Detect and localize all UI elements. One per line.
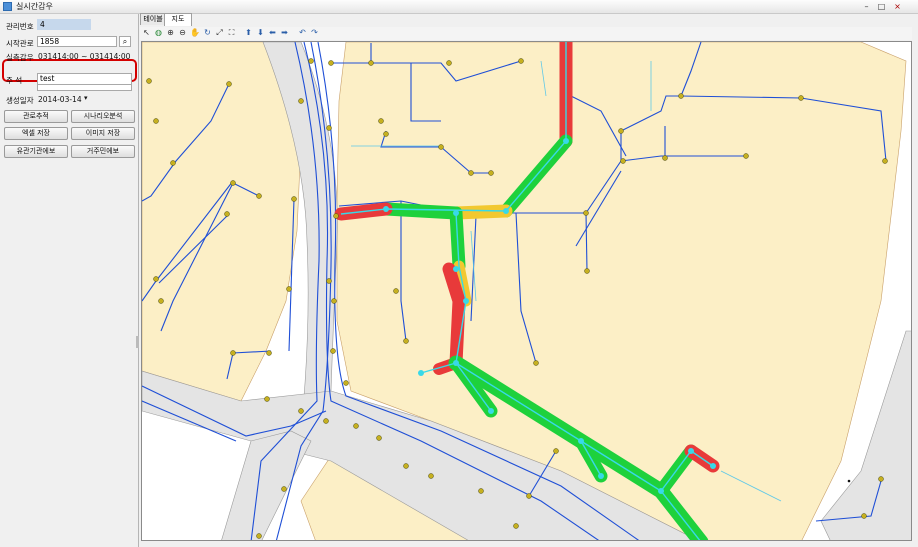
created-label: 생성일자 [6,96,34,105]
map-toolbar: ↖ ◍ ⊕ ⊖ ✋ ↻ ⤢ ⛶ ⬆ ⬇ ⬅ ➡ ↶ ↷ [140,27,912,40]
pointer-icon[interactable]: ↖ [142,28,151,38]
pan-hand-icon[interactable]: ✋ [190,28,200,38]
globe-icon[interactable]: ◍ [154,28,163,38]
minimize-icon[interactable]: – [862,2,871,11]
start-pipe-field[interactable]: 1858 [37,36,117,47]
arrow-right-icon[interactable]: ➡ [280,28,289,38]
point-marker [847,479,851,483]
excel-save-button[interactable]: 엑셀 저장 [4,127,68,140]
date-dropdown-icon[interactable]: ▾ [84,94,88,102]
redo-icon[interactable]: ↷ [310,28,319,38]
title-bar: 실시간감우 – □ × [0,0,918,14]
app-icon [3,2,12,11]
image-save-button[interactable]: 이미지 저장 [71,127,135,140]
window-title: 실시간감우 [16,2,53,11]
note-field[interactable]: test [37,73,132,85]
tab-table[interactable]: 테이블 [140,13,166,25]
map-view[interactable] [141,41,912,541]
arrow-left-icon[interactable]: ⬅ [268,28,277,38]
zoom-out-icon[interactable]: ⊖ [178,28,187,38]
agency-alert-button[interactable]: 유관기관에보 [4,145,68,158]
pipe-trace-button[interactable]: 관로추적 [4,110,68,123]
created-value[interactable]: 2014-03-14 [38,95,82,104]
mgmt-no-label: 관리번호 [6,22,34,31]
period-value: 031414:00 ~ 031414:00 [38,52,131,61]
period-label: 실측감우 [6,53,34,62]
zoom-extent-icon[interactable]: ⛶ [227,28,236,38]
note-field-extra [37,85,132,91]
left-panel: 관리번호 4 시작관로 1858 ⌕ 실측감우 031414:00 ~ 0314… [0,14,139,547]
scenario-analysis-button[interactable]: 시나리오분석 [71,110,135,123]
undo-icon[interactable]: ↶ [298,28,307,38]
pipe-search-button[interactable]: ⌕ [119,36,131,47]
note-label: 주 석 [6,76,23,85]
tab-map[interactable]: 지도 [164,13,192,26]
arrow-down-icon[interactable]: ⬇ [256,28,265,38]
close-icon[interactable]: × [893,2,902,11]
refresh-icon[interactable]: ↻ [203,28,212,38]
arrow-up-icon[interactable]: ⬆ [244,28,253,38]
full-extent-icon[interactable]: ⤢ [215,28,224,38]
splitter-handle[interactable] [136,336,139,348]
zoom-in-icon[interactable]: ⊕ [166,28,175,38]
map-canvas[interactable] [142,42,912,541]
start-pipe-label: 시작관로 [6,39,34,48]
resident-alert-button[interactable]: 거주민에보 [71,145,135,158]
maximize-icon[interactable]: □ [877,2,886,11]
mgmt-no-field[interactable]: 4 [37,19,91,30]
